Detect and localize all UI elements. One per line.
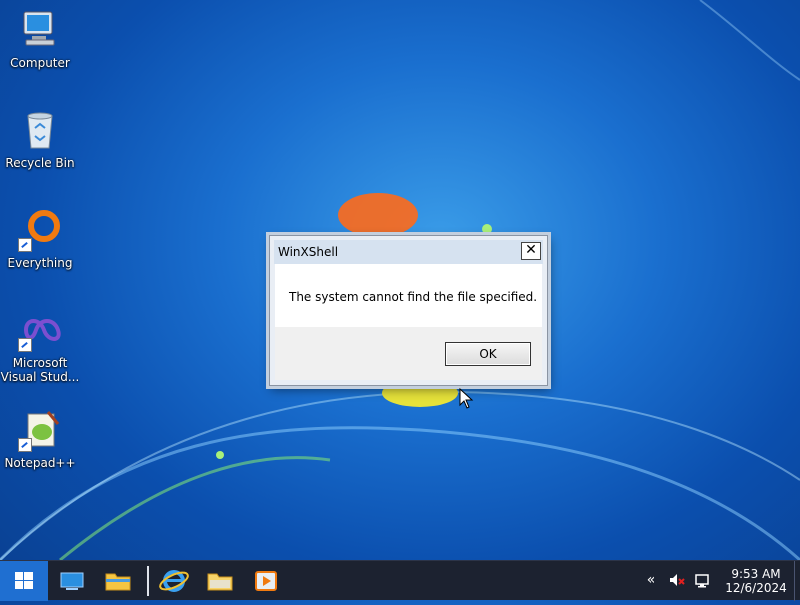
tray-overflow-button[interactable]: « — [642, 571, 660, 589]
tray-volume[interactable] — [668, 571, 686, 589]
ok-button[interactable]: OK — [445, 342, 531, 366]
dialog-titlebar[interactable]: WinXShell ✕ — [274, 240, 543, 264]
taskbar-media-player[interactable] — [246, 565, 286, 597]
desktop-icon-everything[interactable]: Everything — [0, 208, 80, 270]
taskbar-file-explorer[interactable] — [98, 565, 138, 597]
clock-time: 9:53 AM — [731, 567, 781, 581]
desktop-icon-computer[interactable]: Computer — [0, 8, 80, 70]
shortcut-arrow-icon — [18, 238, 32, 252]
taskbar-clock[interactable]: 9:53 AM 12/6/2024 — [714, 567, 798, 595]
mouse-cursor-icon — [459, 388, 474, 409]
folder-icon — [207, 573, 233, 591]
desktop-icon-label: Recycle Bin — [5, 156, 75, 170]
taskbar-internet-explorer[interactable] — [154, 565, 194, 597]
shortcut-arrow-icon — [18, 338, 32, 352]
internet-explorer-icon — [159, 570, 189, 592]
computer-icon — [18, 8, 62, 52]
visual-studio-icon — [18, 308, 62, 352]
desktop: Computer Recycle Bin Everything Microsof… — [0, 0, 800, 560]
clock-date: 12/6/2024 — [725, 581, 787, 595]
shortcut-arrow-icon — [18, 438, 32, 452]
recycle-bin-icon — [18, 108, 62, 152]
desktop-icon-label: Microsoft Visual Stud... — [0, 356, 80, 384]
desktop-icon-recycle-bin[interactable]: Recycle Bin — [0, 108, 80, 170]
tray-network[interactable] — [694, 571, 712, 589]
close-icon: ✕ — [525, 242, 537, 258]
taskbar-folder[interactable] — [200, 565, 240, 597]
taskbar-separator — [147, 566, 149, 596]
dialog-message: The system cannot find the file specifie… — [289, 290, 538, 304]
taskbar: « 9:53 AM 12/6/2024 — [0, 560, 800, 601]
volume-muted-icon — [670, 574, 685, 586]
task-view-icon — [60, 572, 84, 590]
taskbar-task-view[interactable] — [52, 565, 92, 597]
dialog-body: The system cannot find the file specifie… — [275, 264, 542, 327]
desktop-icon-label: Computer — [10, 56, 70, 70]
dialog-footer: OK — [275, 327, 542, 380]
network-icon — [695, 574, 709, 588]
close-button[interactable]: ✕ — [521, 242, 541, 260]
chevron-icon: « — [646, 572, 656, 588]
show-desktop-button[interactable] — [794, 561, 800, 601]
file-explorer-icon — [105, 573, 131, 591]
desktop-icon-notepad-plus-plus[interactable]: Notepad++ — [0, 408, 80, 470]
desktop-icon-visual-studio[interactable]: Microsoft Visual Stud... — [0, 308, 80, 384]
error-dialog: WinXShell ✕ The system cannot find the f… — [269, 235, 548, 386]
desktop-icon-label: Notepad++ — [4, 456, 76, 470]
media-player-icon — [255, 571, 277, 591]
desktop-icon-label: Everything — [7, 256, 73, 270]
everything-icon — [18, 208, 62, 252]
notepad-plus-plus-icon — [18, 408, 62, 452]
dialog-title: WinXShell — [278, 245, 339, 259]
start-button[interactable] — [0, 561, 48, 601]
windows-logo-icon — [15, 572, 33, 589]
